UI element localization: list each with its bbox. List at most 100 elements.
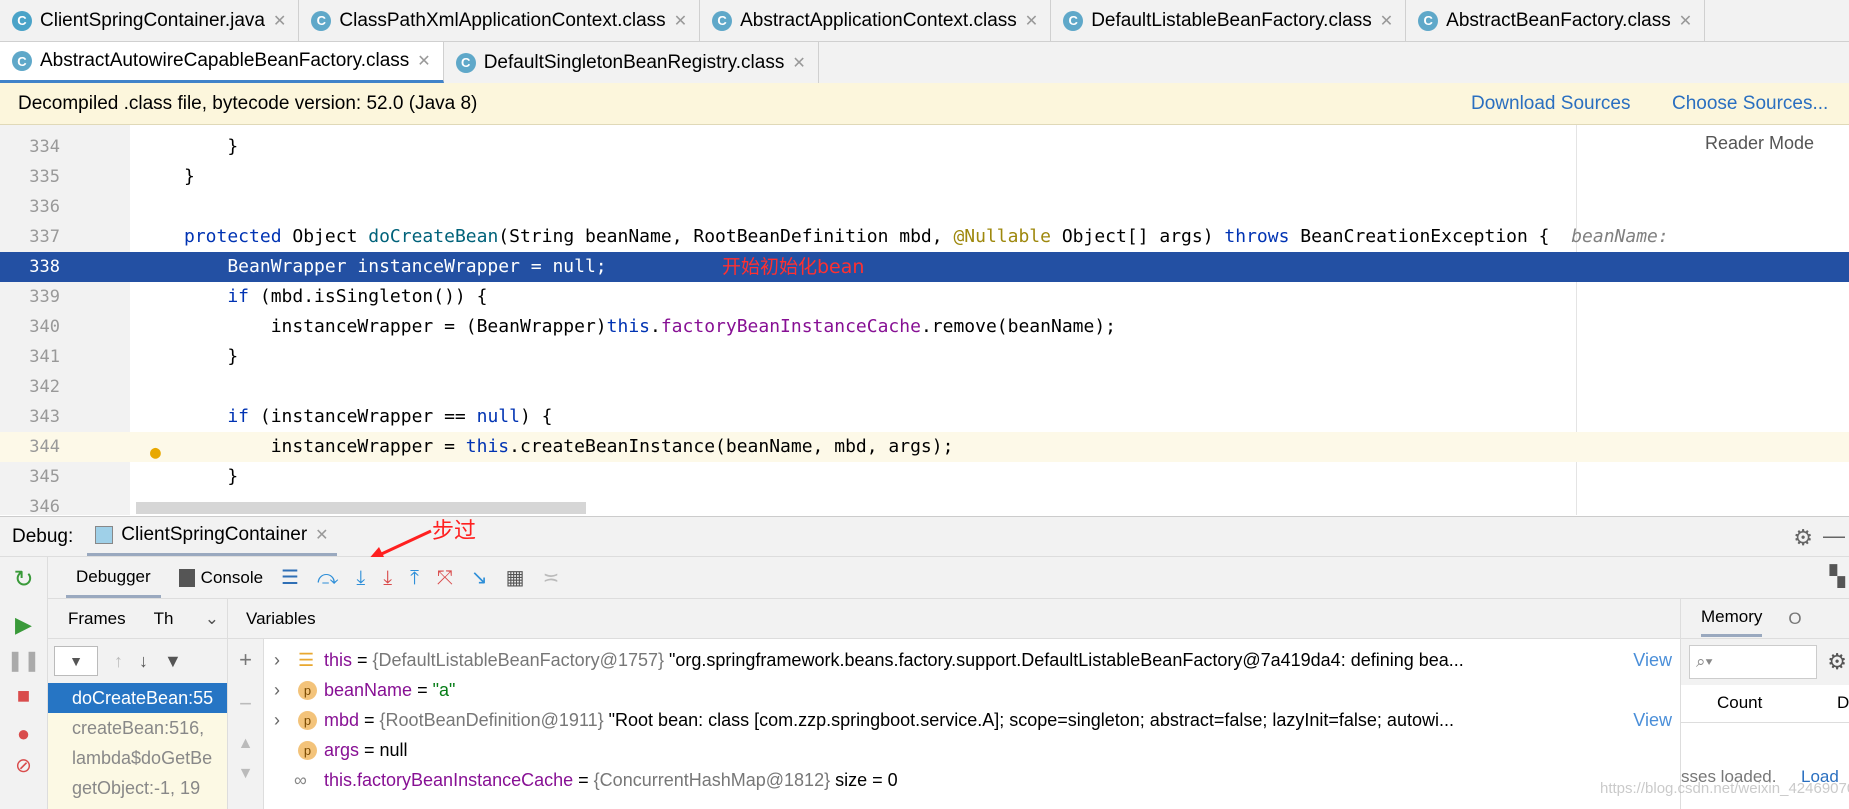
thread-selector-dropdown[interactable]: ▼ [54, 646, 98, 676]
evaluate-expression-icon[interactable]: ▦ [506, 568, 525, 588]
view-link[interactable]: View [1633, 645, 1672, 675]
download-sources-link[interactable]: Download Sources [1471, 93, 1630, 115]
tab-default-singleton[interactable]: C DefaultSingletonBeanRegistry.class ✕ [444, 42, 819, 83]
frame-item[interactable]: doCreateBean:55 [48, 683, 227, 713]
memory-search-input[interactable]: ⌕▾ [1689, 645, 1817, 679]
d-column-header[interactable]: D [1837, 693, 1849, 713]
chevron-down-icon[interactable]: ⌄ [205, 609, 219, 629]
code-line-execution-point: 338 BeanWrapper instanceWrapper = null; … [0, 252, 1849, 282]
drop-frame-icon[interactable]: ⤧ [437, 568, 453, 588]
expand-chevron-icon[interactable]: › [274, 705, 280, 735]
add-watch-icon[interactable]: + [228, 647, 263, 673]
tab-debugger[interactable]: Debugger [66, 557, 161, 598]
annotation-step-over: 步过 [432, 519, 477, 544]
tab-console[interactable]: Console [178, 568, 263, 588]
editor-tabs-row-2: C AbstractAutowireCapableBeanFactory.clas… [0, 42, 1849, 84]
view-link[interactable]: View [1633, 705, 1672, 735]
variable-row-this[interactable]: › ☰ this = {DefaultListableBeanFactory@175… [264, 645, 1680, 675]
filter-icon[interactable]: ▼ [164, 651, 182, 672]
tab-abstract-autowire[interactable]: C AbstractAutowireCapableBeanFactory.clas… [0, 42, 444, 83]
code-line: 336 [29, 197, 60, 217]
move-up-icon[interactable]: ▲ [228, 735, 263, 753]
frames-list: ▼ ↑ ↓ ▼ doCreateBean:55 createBean:516, … [48, 639, 228, 809]
settings-gear-icon[interactable]: ⚙ [1827, 649, 1847, 675]
frame-item[interactable]: getObject:-1, 19 [48, 773, 227, 803]
step-over-icon[interactable]: ⤼ [317, 568, 338, 588]
code-line: 340 instanceWrapper = (BeanWrapper)this.… [29, 316, 1117, 337]
tab-frames[interactable]: Frames [68, 609, 126, 629]
class-icon: C [712, 10, 733, 31]
arrow-down-icon[interactable]: ↓ [139, 651, 148, 672]
minimize-icon[interactable]: — [1823, 523, 1845, 549]
stop-icon[interactable]: ■ [0, 683, 47, 709]
mute-breakpoints-icon[interactable]: ⊘ [0, 753, 47, 778]
move-down-icon[interactable]: ▼ [228, 765, 263, 783]
close-icon[interactable]: ✕ [1025, 11, 1038, 31]
pause-icon[interactable]: ❚❚ [0, 648, 47, 673]
horizontal-scrollbar[interactable] [136, 502, 586, 514]
close-icon[interactable]: ✕ [792, 53, 805, 73]
variables-side-toolbar: + − ▲ ▼ [228, 639, 264, 809]
close-icon[interactable]: ✕ [1679, 11, 1692, 31]
debug-session-tab[interactable]: ClientSpringContainer ✕ [87, 517, 337, 556]
inline-debug-hint: beanName: [1571, 226, 1680, 247]
debug-header: Debug: ClientSpringContainer ✕ 步过 ⚙ — [0, 516, 1849, 561]
tab-classpath-xml[interactable]: C ClassPathXmlApplicationContext.class ✕ [299, 0, 701, 41]
tab-overhead[interactable]: O [1788, 609, 1801, 629]
remove-watch-icon[interactable]: − [228, 691, 263, 717]
class-icon: C [1063, 10, 1084, 31]
run-config-icon [95, 526, 114, 544]
variable-row-args[interactable]: p args = null [264, 735, 1680, 765]
frame-item[interactable]: lambda$doGetBe [48, 743, 227, 773]
show-execution-point-icon[interactable]: ☰ [281, 568, 299, 588]
tab-default-listable[interactable]: C DefaultListableBeanFactory.class ✕ [1051, 0, 1407, 41]
editor-tabs-row-1: C ClientSpringContainer.java ✕ C ClassPathX… [0, 0, 1849, 42]
field-list-icon: ☰ [298, 650, 315, 670]
tab-abstract-app-context[interactable]: C AbstractApplicationContext.class ✕ [700, 0, 1052, 41]
code-line: 341 } [29, 346, 239, 367]
watch-glasses-icon: ∞ [294, 770, 307, 790]
settings-gear-icon[interactable]: ⚙ [1793, 525, 1813, 551]
console-icon [178, 568, 195, 587]
class-icon: C [12, 51, 32, 71]
close-icon[interactable]: ✕ [674, 11, 687, 31]
close-icon[interactable]: ✕ [417, 51, 430, 71]
decompiled-banner: Decompiled .class file, bytecode version… [0, 83, 1849, 125]
run-to-cursor-icon[interactable]: ↘ [471, 568, 488, 588]
code-line: 337 protected Object doCreateBean(String … [29, 226, 1680, 247]
step-out-icon[interactable]: ⤒ [410, 568, 419, 588]
tab-memory[interactable]: Memory [1701, 600, 1763, 637]
frame-item[interactable]: createBean:516, [48, 713, 227, 743]
count-column-header[interactable]: Count [1717, 693, 1762, 713]
close-icon[interactable]: ✕ [315, 525, 328, 545]
close-icon[interactable]: ✕ [273, 11, 286, 31]
variable-row-watch[interactable]: ∞ this.factoryBeanInstanceCache = {Concur… [264, 765, 1680, 795]
code-line: 335} [29, 166, 195, 187]
force-step-into-icon[interactable]: ⤓ [383, 568, 392, 588]
expand-chevron-icon[interactable]: › [274, 645, 280, 675]
memory-panel: Memory O ⌕▾ ⚙ Count D sses loaded. Load [1680, 599, 1849, 809]
java-class-icon: C [12, 10, 32, 31]
code-line-caret: 344 ● instanceWrapper = this.createBeanIn… [0, 432, 1849, 463]
code-editor[interactable]: Reader Mode 334 } 335} 336 337 protected … [0, 125, 1849, 515]
close-icon[interactable]: ✕ [1380, 11, 1393, 31]
trace-stream-icon[interactable]: ≍ [543, 568, 560, 588]
choose-sources-link[interactable]: Choose Sources... [1672, 93, 1828, 115]
step-into-icon[interactable]: ⤓ [356, 568, 365, 588]
parameter-icon: p [298, 741, 317, 760]
tab-client-spring-container[interactable]: C ClientSpringContainer.java ✕ [0, 0, 300, 41]
layout-icon[interactable]: ▚ [1830, 567, 1845, 587]
parameter-icon: p [298, 681, 317, 700]
code-line: 339 if (mbd.isSingleton()) { [29, 286, 488, 307]
tab-abstract-bean-factory[interactable]: C AbstractBeanFactory.class ✕ [1406, 0, 1706, 41]
tab-threads[interactable]: Th [154, 609, 174, 629]
rerun-icon[interactable]: ↻ [0, 565, 47, 594]
variable-row-mbd[interactable]: › p mbd = {RootBeanDefinition@1911} "Root … [264, 705, 1680, 735]
expand-chevron-icon[interactable]: › [274, 675, 280, 705]
variable-row-beanName[interactable]: › p beanName = "a" [264, 675, 1680, 705]
view-breakpoints-icon[interactable]: ● [0, 721, 47, 747]
arrow-up-icon[interactable]: ↑ [114, 651, 123, 672]
code-line: 342 [29, 377, 60, 397]
resume-icon[interactable]: ▶ [0, 612, 47, 638]
class-icon: C [1418, 10, 1439, 31]
